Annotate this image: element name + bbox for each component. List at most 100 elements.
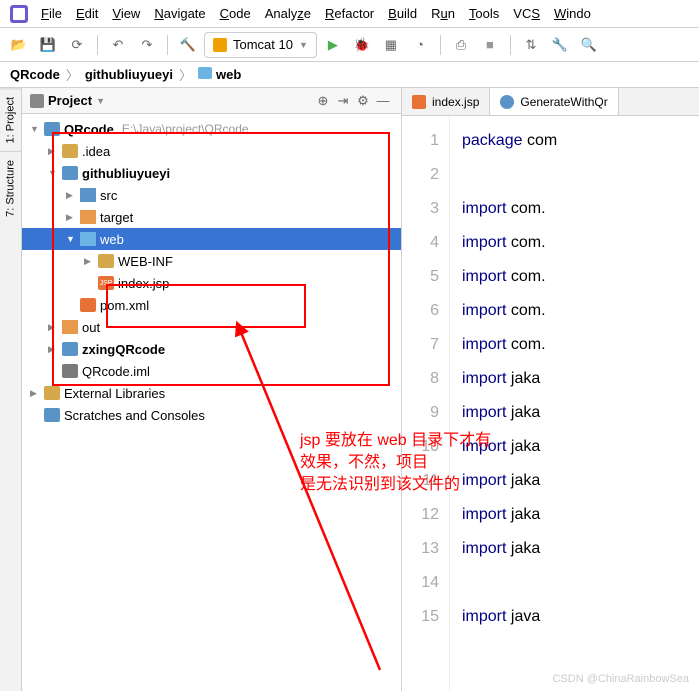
tree-item-target[interactable]: ▶ target <box>22 206 401 228</box>
web-folder-icon <box>80 232 96 246</box>
breadcrumb-item[interactable]: githubliuyueyi <box>85 67 173 82</box>
iml-file-icon <box>62 364 78 378</box>
menu-run[interactable]: Run <box>424 4 462 23</box>
watermark: CSDN @ChinaRainbowSea <box>552 673 689 685</box>
module-icon <box>62 166 78 180</box>
menu-build[interactable]: Build <box>381 4 424 23</box>
expand-icon[interactable]: ▶ <box>30 388 40 399</box>
menu-window[interactable]: Windo <box>547 4 598 23</box>
tree-item-pom[interactable]: pom.xml <box>22 294 401 316</box>
menu-code[interactable]: Code <box>213 4 258 23</box>
menu-navigate[interactable]: Navigate <box>147 4 212 23</box>
expand-icon[interactable]: ▶ <box>66 212 76 223</box>
app-icon <box>10 5 28 23</box>
breadcrumb-sep: 〉 <box>179 65 192 84</box>
xml-file-icon <box>80 298 96 312</box>
code-editor[interactable]: 123456789101112131415 package com import… <box>402 116 699 691</box>
tree-item-iml[interactable]: QRcode.iml <box>22 360 401 382</box>
refresh-icon[interactable]: ⟳ <box>64 32 90 58</box>
module-icon <box>44 122 60 136</box>
tree-item-src[interactable]: ▶ src <box>22 184 401 206</box>
profiler-icon[interactable]: ◔ <box>407 32 433 58</box>
expand-icon[interactable]: ▶ <box>48 322 58 333</box>
tab-indexjsp[interactable]: index.jsp <box>402 88 490 115</box>
library-icon <box>44 386 60 400</box>
tree-item-zxing[interactable]: ▶ zxingQRcode <box>22 338 401 360</box>
menu-file[interactable]: File <box>34 4 69 23</box>
expand-icon[interactable]: ▼ <box>30 124 40 134</box>
redo-icon[interactable]: ↷ <box>134 32 160 58</box>
folder-icon <box>80 210 96 224</box>
menu-tools[interactable]: Tools <box>462 4 506 23</box>
separator <box>97 35 98 55</box>
tree-item-module[interactable]: ▼ githubliuyueyi <box>22 162 401 184</box>
expand-icon[interactable]: ▶ <box>66 190 76 201</box>
jsp-file-icon: JSP <box>98 276 114 290</box>
tree-item-indexjsp[interactable]: JSP index.jsp <box>22 272 401 294</box>
attach-icon[interactable]: ⎙ <box>448 32 474 58</box>
expand-icon[interactable]: ▶ <box>84 256 94 267</box>
folder-icon <box>98 254 114 268</box>
breadcrumb-item[interactable]: web <box>198 67 241 82</box>
menu-analyze[interactable]: Analyze <box>258 4 318 23</box>
tree-root[interactable]: ▼ QRcode E:\Java\project\QRcode <box>22 118 401 140</box>
expand-icon[interactable]: ▼ <box>48 168 58 178</box>
open-icon[interactable]: 📂 <box>6 32 32 58</box>
expand-icon[interactable]: ▼ <box>66 234 76 244</box>
vcs-icon[interactable]: ⇅ <box>518 32 544 58</box>
tree-item-external-libs[interactable]: ▶ External Libraries <box>22 382 401 404</box>
debug-icon[interactable]: 🐞 <box>349 32 375 58</box>
separator <box>167 35 168 55</box>
tree-item-idea[interactable]: ▶ .idea <box>22 140 401 162</box>
tree-item-scratches[interactable]: Scratches and Consoles <box>22 404 401 426</box>
target-icon[interactable]: ⊕ <box>313 91 333 111</box>
editor-area: index.jsp GenerateWithQr 123456789101112… <box>402 88 699 691</box>
chevron-down-icon: ▼ <box>299 40 308 50</box>
code-content[interactable]: package com import com.import com.import… <box>450 116 699 691</box>
menu-vcs[interactable]: VCS <box>506 4 547 23</box>
folder-icon <box>62 320 78 334</box>
settings-icon[interactable]: ⚙ <box>353 91 373 111</box>
menu-edit[interactable]: Edit <box>69 4 105 23</box>
project-tree[interactable]: ▼ QRcode E:\Java\project\QRcode ▶ .idea … <box>22 114 401 691</box>
hammer-icon[interactable]: 🔨 <box>175 32 201 58</box>
breadcrumb-item[interactable]: QRcode <box>10 67 60 82</box>
run-config-label: Tomcat 10 <box>233 37 293 52</box>
project-panel: Project ▼ ⊕ ⇥ ⚙ — ▼ QRcode E:\Java\proje… <box>22 88 402 691</box>
project-view-icon <box>30 94 44 108</box>
hide-icon[interactable]: — <box>373 91 393 111</box>
menu-bar: File Edit View Navigate Code Analyze Ref… <box>0 0 699 28</box>
side-tab-project[interactable]: 1: Project <box>0 88 21 151</box>
tree-item-out[interactable]: ▶ out <box>22 316 401 338</box>
separator <box>510 35 511 55</box>
run-icon[interactable]: ▶ <box>320 32 346 58</box>
line-gutter: 123456789101112131415 <box>402 116 450 691</box>
java-class-icon <box>500 95 514 109</box>
tree-item-webinf[interactable]: ▶ WEB-INF <box>22 250 401 272</box>
menu-refactor[interactable]: Refactor <box>318 4 381 23</box>
coverage-icon[interactable]: ▦ <box>378 32 404 58</box>
run-configuration[interactable]: Tomcat 10 ▼ <box>204 32 317 58</box>
folder-icon <box>198 67 212 79</box>
menu-view[interactable]: View <box>105 4 147 23</box>
undo-icon[interactable]: ↶ <box>105 32 131 58</box>
tomcat-icon <box>213 38 227 52</box>
left-gutter: 1: Project 7: Structure <box>0 88 22 691</box>
toolbar: 📂 💾 ⟳ ↶ ↷ 🔨 Tomcat 10 ▼ ▶ 🐞 ▦ ◔ ⎙ ■ ⇅ 🔧 … <box>0 28 699 62</box>
editor-tabs: index.jsp GenerateWithQr <box>402 88 699 116</box>
side-tab-structure[interactable]: 7: Structure <box>0 151 21 225</box>
stop-icon[interactable]: ■ <box>477 32 503 58</box>
search-icon[interactable]: 🔍 <box>576 32 602 58</box>
scratch-icon <box>44 408 60 422</box>
jsp-file-icon <box>412 95 426 109</box>
save-icon[interactable]: 💾 <box>35 32 61 58</box>
tab-generate[interactable]: GenerateWithQr <box>490 88 618 115</box>
tree-item-web[interactable]: ▼ web <box>22 228 401 250</box>
collapse-icon[interactable]: ⇥ <box>333 91 353 111</box>
source-folder-icon <box>80 188 96 202</box>
chevron-down-icon[interactable]: ▼ <box>96 96 105 106</box>
expand-icon[interactable]: ▶ <box>48 344 58 355</box>
wrench-icon[interactable]: 🔧 <box>547 32 573 58</box>
expand-icon[interactable]: ▶ <box>48 146 58 157</box>
separator <box>440 35 441 55</box>
